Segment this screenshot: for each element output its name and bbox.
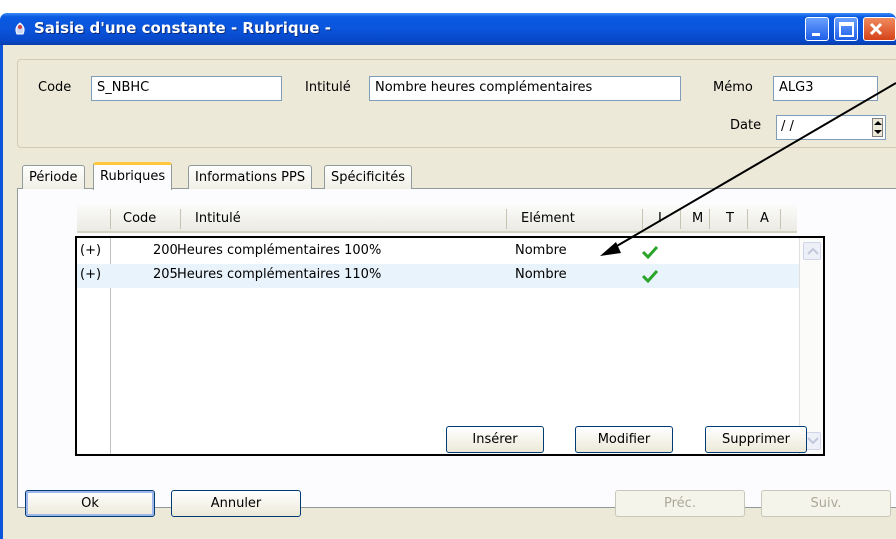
table-row[interactable]: (+) 205 Heures complémentaires 110% Nomb… xyxy=(77,264,799,288)
vertical-scrollbar[interactable] xyxy=(799,238,823,454)
column-separator[interactable] xyxy=(680,209,681,229)
ok-button[interactable]: Ok xyxy=(25,490,155,517)
spin-down-icon[interactable] xyxy=(874,130,882,134)
close-icon xyxy=(869,22,883,36)
cell-intitule: Heures complémentaires 110% xyxy=(177,267,382,282)
check-icon xyxy=(642,269,658,283)
expand-toggle[interactable]: (+) xyxy=(80,243,101,258)
cell-element: Nombre xyxy=(515,267,567,282)
title-bar[interactable]: Saisie d'une constante - Rubrique - xyxy=(0,13,896,45)
memo-field[interactable]: ALG3 xyxy=(773,76,878,101)
prec-button: Préc. xyxy=(615,490,745,517)
check-icon xyxy=(642,245,658,259)
intitule-label: Intitulé xyxy=(305,80,351,95)
cell-intitule: Heures complémentaires 100% xyxy=(177,243,382,258)
column-header-a[interactable]: A xyxy=(760,211,769,226)
tab-specificites[interactable]: Spécificités xyxy=(324,165,413,189)
column-separator[interactable] xyxy=(780,209,781,229)
column-separator[interactable] xyxy=(110,209,111,229)
column-separator[interactable] xyxy=(180,209,181,229)
expand-toggle[interactable]: (+) xyxy=(80,267,101,282)
maximize-icon xyxy=(839,22,854,37)
date-value: / / xyxy=(781,119,794,134)
date-spinner[interactable] xyxy=(872,118,883,137)
tab-periode[interactable]: Période xyxy=(22,165,85,189)
minimize-button[interactable] xyxy=(805,17,829,41)
inserer-button[interactable]: Insérer xyxy=(446,426,544,453)
close-button[interactable] xyxy=(863,17,896,41)
column-header-element[interactable]: Elément xyxy=(521,211,575,226)
column-separator[interactable] xyxy=(747,209,748,229)
column-header-t[interactable]: T xyxy=(726,211,734,226)
cell-code: 205 xyxy=(153,267,178,282)
grid-header: Code Intitulé Elément I M T A xyxy=(77,205,797,233)
minimize-icon xyxy=(812,33,820,36)
chevron-down-icon xyxy=(807,437,819,445)
tab-rubriques[interactable]: Rubriques xyxy=(93,162,173,190)
date-label: Date xyxy=(730,118,762,133)
cell-code: 200 xyxy=(153,243,178,258)
window-title: Saisie d'une constante - Rubrique - xyxy=(34,19,331,37)
cell-element: Nombre xyxy=(515,243,567,258)
intitule-field[interactable]: Nombre heures complémentaires xyxy=(369,76,681,101)
app-icon xyxy=(15,22,25,35)
column-separator[interactable] xyxy=(642,209,643,229)
modifier-button[interactable]: Modifier xyxy=(575,426,673,453)
column-separator[interactable] xyxy=(506,209,507,229)
suiv-button: Suiv. xyxy=(761,490,891,517)
column-header-code[interactable]: Code xyxy=(123,211,156,226)
spin-up-icon[interactable] xyxy=(874,121,882,125)
column-header-intitule[interactable]: Intitulé xyxy=(195,211,241,226)
chevron-up-icon xyxy=(807,247,819,255)
rubriques-grid[interactable]: (+) 200 Heures complémentaires 100% Nomb… xyxy=(75,236,825,456)
scroll-up-button[interactable] xyxy=(803,242,821,260)
column-header-m[interactable]: M xyxy=(692,211,703,226)
annuler-button[interactable]: Annuler xyxy=(171,490,301,517)
maximize-button[interactable] xyxy=(834,17,858,41)
background-window-strip xyxy=(0,0,896,14)
column-separator[interactable] xyxy=(709,209,710,229)
date-field[interactable]: / / xyxy=(776,115,886,140)
dialog-body: Code S_NBHC Intitulé Nombre heures compl… xyxy=(0,45,896,539)
code-field[interactable]: S_NBHC xyxy=(91,76,282,101)
memo-label: Mémo xyxy=(713,80,753,95)
tab-informations-pps[interactable]: Informations PPS xyxy=(188,165,313,189)
supprimer-button[interactable]: Supprimer xyxy=(705,426,807,453)
code-label: Code xyxy=(38,80,72,95)
table-row[interactable]: (+) 200 Heures complémentaires 100% Nomb… xyxy=(77,240,799,264)
header-group xyxy=(17,59,896,148)
column-header-i[interactable]: I xyxy=(658,211,662,226)
